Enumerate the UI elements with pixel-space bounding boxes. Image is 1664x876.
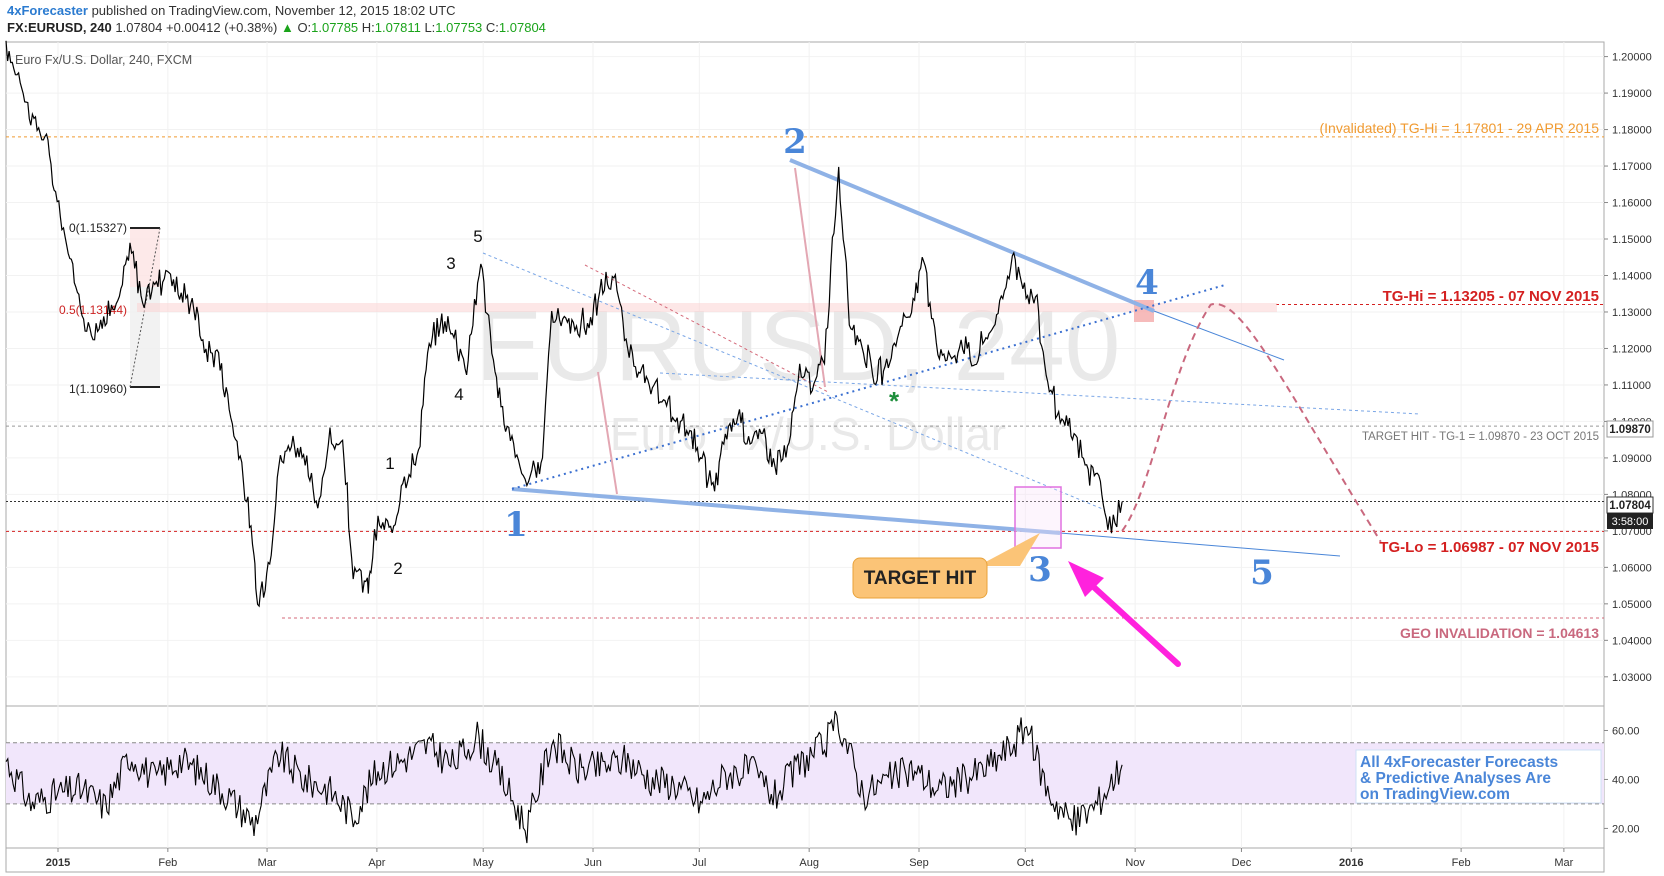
time-tick-label: Jun: [584, 857, 602, 869]
tg1-badge-text: 1.09870: [1609, 424, 1651, 436]
wave-small-3: 3: [446, 254, 455, 273]
watermark-name: Euro Fx/U.S. Dollar: [610, 408, 1006, 460]
price-tick-label: 1.19000: [1612, 88, 1652, 100]
last-price-badge-text: 1.07804: [1609, 500, 1651, 512]
price-tick-label: 1.17000: [1612, 161, 1652, 173]
time-badge-text: 3:58:00: [1612, 516, 1649, 528]
wave-1-3-line: [511, 487, 1061, 535]
price-tick-label: 1.18000: [1612, 125, 1652, 137]
wave-1-3-extension: [1059, 532, 1341, 557]
small-wave-labels: 1 2 3 4 5: [385, 227, 482, 578]
price-tick-label: 1.09000: [1612, 453, 1652, 465]
time-tick-label: May: [473, 857, 494, 869]
price-tick-label: 1.05000: [1612, 599, 1652, 611]
time-tick-label: Jul: [692, 857, 706, 869]
promo-line-1: All 4xForecaster Forecasts: [1360, 754, 1558, 771]
time-tick-label: Aug: [799, 857, 819, 869]
rsi-axis[interactable]: 20.00 40.00 60.00: [1604, 725, 1640, 835]
tg-hi-zone: [137, 303, 1277, 312]
time-tick-label: Feb: [158, 857, 177, 869]
time-tick-label: 2015: [46, 857, 70, 869]
price-tick-label: 1.13000: [1612, 307, 1652, 319]
target-hit-callout: TARGET HIT: [852, 533, 1040, 599]
price-tick-label: 1.14000: [1612, 270, 1652, 282]
time-tick-label: Apr: [368, 857, 385, 869]
price-tick-label: 1.20000: [1612, 52, 1652, 64]
series-title: Euro Fx/U.S. Dollar, 240, FXCM: [15, 53, 192, 67]
wave-2-4-extension: [1153, 310, 1285, 361]
level-labels: (Invalidated) TG-Hi = 1.17801 - 29 APR 2…: [1319, 120, 1599, 641]
rsi-tick-label: 60.00: [1612, 725, 1640, 737]
wave-small-4: 4: [454, 385, 463, 404]
label-tg-hi-invalidated: (Invalidated) TG-Hi = 1.17801 - 29 APR 2…: [1319, 120, 1599, 136]
time-tick-label: Mar: [258, 857, 277, 869]
promo-box: All 4xForecaster Forecasts & Predictive …: [1355, 749, 1602, 804]
fib-label-0: 0(1.15327): [69, 221, 127, 235]
label-geo-invalidation: GEO INVALIDATION = 1.04613: [1400, 625, 1599, 641]
price-tick-label: 1.04000: [1612, 635, 1652, 647]
wave-small-1: 1: [385, 454, 394, 473]
wave-big-5: 5: [1250, 553, 1274, 593]
price-tick-label: 1.16000: [1612, 198, 1652, 210]
wave-big-1: 1: [504, 505, 528, 545]
time-tick-label: Dec: [1232, 857, 1252, 869]
target-hit-box: [1014, 486, 1062, 549]
label-target-tg1: TARGET HIT - TG-1 = 1.09870 - 23 OCT 201…: [1362, 431, 1599, 443]
wave-big-4: 4: [1135, 263, 1159, 303]
wave-2-4-line: [789, 158, 1155, 313]
price-tick-label: 1.03000: [1612, 672, 1652, 684]
fib-label-05: 0.5(1.13144): [59, 303, 127, 317]
promo-line-3: on TradingView.com: [1360, 786, 1510, 803]
rsi-tick-label: 20.00: [1612, 823, 1640, 835]
price-axis[interactable]: 1.030001.040001.050001.060001.070001.080…: [1604, 52, 1652, 684]
time-axis[interactable]: 2015 Feb Mar Apr May Jun Jul Aug Sep Oct Nov Dec 201…: [46, 848, 1574, 869]
callout-text: TARGET HIT: [864, 568, 977, 589]
wave-big-3: 3: [1028, 550, 1052, 590]
arrow-icon: [1068, 561, 1181, 667]
wave-small-2: 2: [393, 559, 402, 578]
projection-path: [1121, 302, 1382, 543]
price-tick-label: 1.06000: [1612, 562, 1652, 574]
promo-line-2: & Predictive Analyses Are: [1360, 770, 1551, 787]
star-icon: *: [889, 386, 900, 416]
time-tick-label: Nov: [1125, 857, 1145, 869]
time-tick-label: Sep: [909, 857, 929, 869]
time-tick-label: 2016: [1339, 857, 1363, 869]
price-tick-label: 1.15000: [1612, 234, 1652, 246]
price-tick-label: 1.11000: [1612, 380, 1651, 392]
chart-canvas[interactable]: 1.030001.040001.050001.060001.070001.080…: [0, 0, 1664, 876]
wave-big-2: 2: [783, 122, 807, 162]
rsi-tick-label: 40.00: [1612, 774, 1640, 786]
time-tick-label: Feb: [1452, 857, 1471, 869]
time-tick-label: Oct: [1017, 857, 1034, 869]
fib-zone-upper: [130, 228, 160, 287]
label-tg-hi: TG-Hi = 1.13205 - 07 NOV 2015: [1383, 288, 1599, 305]
time-tick-label: Mar: [1554, 857, 1573, 869]
price-tick-label: 1.12000: [1612, 343, 1652, 355]
wave-small-5: 5: [473, 227, 482, 246]
label-tg-lo: TG-Lo = 1.06987 - 07 NOV 2015: [1379, 539, 1599, 556]
fib-label-1: 1(1.10960): [69, 382, 127, 396]
arrow-shaft: [1083, 577, 1181, 667]
